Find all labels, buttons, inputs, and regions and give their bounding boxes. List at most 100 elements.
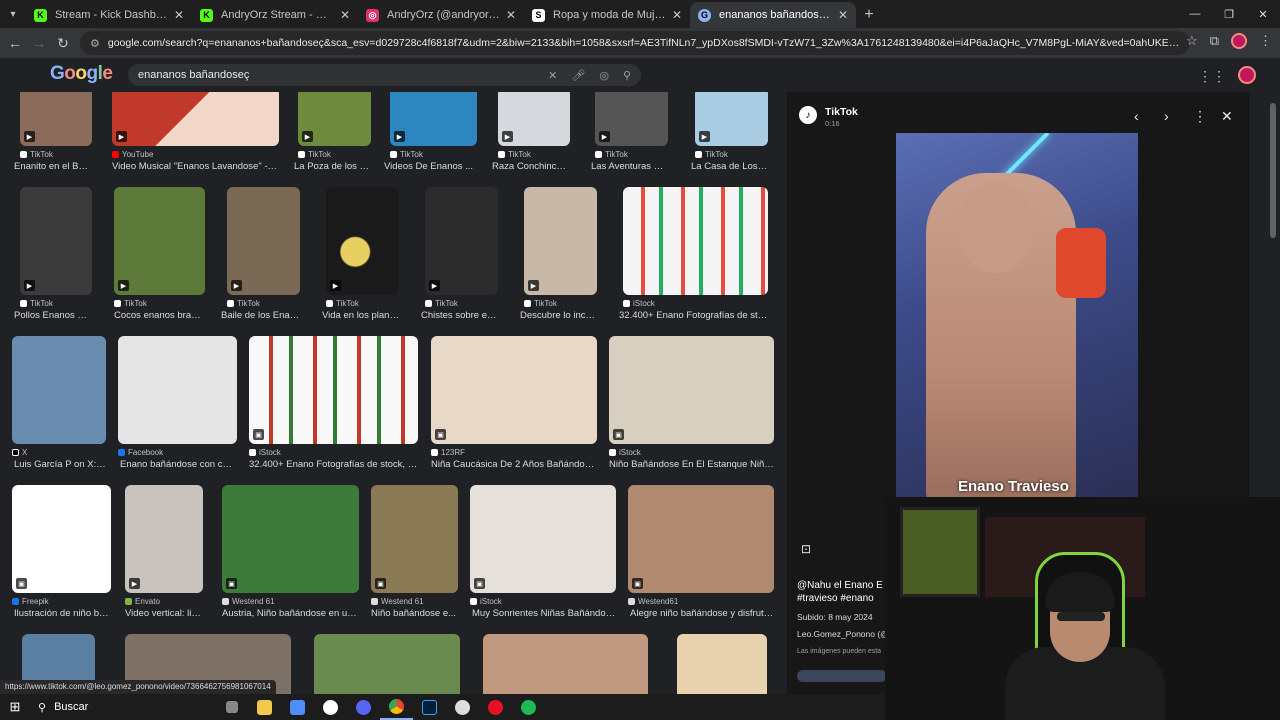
search-icon[interactable]: ⚲ xyxy=(623,69,631,82)
search-box[interactable]: enananos bañandoseç ✕ 🎤︎ ◎ ⚲ xyxy=(128,64,641,86)
chrome-icon[interactable] xyxy=(380,694,413,720)
result-thumbnail[interactable]: ▣ xyxy=(628,485,774,593)
close-icon[interactable]: ✕ xyxy=(838,8,848,22)
preview-site-name[interactable]: TikTok xyxy=(825,106,858,118)
address-bar[interactable]: ⚙ google.com/search?q=enananos+bañandose… xyxy=(80,31,1190,55)
result-card[interactable] xyxy=(677,634,767,698)
result-title[interactable]: Cocos enanos brasile... xyxy=(114,310,205,321)
result-thumbnail[interactable]: ▶ xyxy=(227,187,300,295)
result-title[interactable]: La Poza de los En... xyxy=(294,161,371,172)
result-card[interactable]: ▶ TikTok Baile de los Enano... xyxy=(221,187,300,321)
scrollbar-thumb[interactable] xyxy=(1270,103,1276,238)
result-thumbnail[interactable]: ▶ xyxy=(695,92,768,146)
result-card[interactable]: X Luis García P on X: "... xyxy=(12,336,106,470)
result-title[interactable]: Video vertical: lind... xyxy=(125,608,203,619)
result-thumbnail[interactable] xyxy=(118,336,237,444)
result-thumbnail[interactable]: ▶ xyxy=(425,187,498,295)
result-card[interactable] xyxy=(483,634,648,698)
result-title[interactable]: Niño Bañándose En El Estanque Niño ... xyxy=(609,459,774,470)
tab-kick-stream[interactable]: K AndryOrz Stream - Watch Live ✕ xyxy=(192,2,358,28)
microphone-icon[interactable]: 🎤︎ xyxy=(571,69,585,82)
result-card[interactable]: ▶ TikTok La Poza de los En... xyxy=(294,92,371,172)
bookmark-star-icon[interactable]: ☆ xyxy=(1186,33,1198,49)
close-window-icon[interactable]: ✕ xyxy=(1246,0,1280,28)
result-card[interactable]: Facebook Enano bañándose con can... xyxy=(118,336,237,470)
result-card[interactable] xyxy=(314,634,460,698)
result-thumbnail[interactable]: ▶ xyxy=(112,92,279,146)
lens-icon[interactable]: ◎ xyxy=(599,69,609,82)
next-icon[interactable]: › xyxy=(1164,108,1169,124)
close-icon[interactable]: ✕ xyxy=(672,8,682,22)
result-card[interactable]: ▶ TikTok Descubre lo incre... xyxy=(520,187,597,321)
menu-icon[interactable]: ⋮ xyxy=(1259,33,1272,49)
result-card[interactable]: ▶ TikTok Videos De Enanos ... xyxy=(384,92,477,172)
back-icon[interactable]: ← xyxy=(3,35,27,51)
task-view-icon[interactable] xyxy=(215,694,248,720)
search-input[interactable]: enananos bañandoseç xyxy=(138,69,534,81)
more-options-icon[interactable]: ⋮ xyxy=(1193,108,1207,125)
google-logo[interactable]: Google xyxy=(50,63,113,85)
result-title[interactable]: Austria, Niño bañándose en un ... xyxy=(222,608,359,619)
result-thumbnail[interactable]: ▶ xyxy=(20,92,92,146)
result-thumbnail[interactable] xyxy=(12,336,106,444)
close-icon[interactable]: ✕ xyxy=(1221,108,1233,125)
result-thumbnail[interactable] xyxy=(483,634,648,698)
result-thumbnail[interactable] xyxy=(677,634,767,698)
result-card[interactable]: ▶ TikTok Chistes sobre ena... xyxy=(421,187,498,321)
reload-icon[interactable]: ↻ xyxy=(51,35,75,52)
result-card[interactable]: ▣ iStock Muy Sonrientes Niñas Bañándose ..… xyxy=(470,485,616,619)
tab-kick-dashboard[interactable]: K Stream - Kick Dashboard ✕ xyxy=(26,2,192,28)
result-title[interactable]: Enano bañándose con can... xyxy=(120,459,237,470)
result-thumbnail[interactable]: ▣ xyxy=(609,336,774,444)
lens-search-icon[interactable]: ⊡ xyxy=(801,542,811,556)
result-card[interactable]: ▣ Westend61 Alegre niño bañándose y disfru… xyxy=(628,485,774,619)
result-card[interactable]: ▶ TikTok Vida en los planeta... xyxy=(322,187,399,321)
result-card[interactable]: ▶ TikTok La Casa de Los En... xyxy=(691,92,768,172)
result-card[interactable]: ▣ iStock Niño Bañándose En El Estanque Niñ… xyxy=(609,336,774,470)
result-title[interactable]: Videos De Enanos ... xyxy=(384,161,477,172)
result-thumbnail[interactable] xyxy=(314,634,460,698)
result-title[interactable]: Enanito en el Bañá... xyxy=(14,161,92,172)
spotify-icon[interactable] xyxy=(512,694,545,720)
record-app-icon[interactable] xyxy=(479,694,512,720)
result-card[interactable]: ▶ YouTube Video Musical "Enanos Lavandose"… xyxy=(112,92,279,172)
result-thumbnail[interactable]: ▶ xyxy=(524,187,597,295)
account-avatar[interactable] xyxy=(1238,66,1256,84)
close-icon[interactable]: ✕ xyxy=(506,8,516,22)
profile-avatar[interactable] xyxy=(1231,33,1247,49)
result-title[interactable]: Muy Sonrientes Niñas Bañándose ... xyxy=(472,608,616,619)
site-info-icon[interactable]: ⚙ xyxy=(90,37,100,50)
preview-title[interactable]: @Nahu el Enano E #travieso #enano xyxy=(797,579,897,605)
extensions-icon[interactable]: ⧉ xyxy=(1210,33,1219,49)
result-thumbnail[interactable]: ▶ xyxy=(390,92,477,146)
result-card[interactable]: ▣ Westend 61 Niño bañándose e... xyxy=(371,485,458,619)
result-thumbnail[interactable]: ▣ xyxy=(222,485,359,593)
close-icon[interactable]: ✕ xyxy=(174,8,184,22)
clear-icon[interactable]: ✕ xyxy=(548,69,557,82)
result-thumbnail[interactable]: ▶ xyxy=(326,187,399,295)
result-card[interactable]: ▶ Envato Video vertical: lind... xyxy=(125,485,203,619)
tab-search-icon[interactable]: ▾ xyxy=(0,9,26,20)
app-icon[interactable] xyxy=(446,694,479,720)
tab-google-search[interactable]: G enananos bañandoseç - Buscar ✕ xyxy=(690,2,856,28)
photoshop-icon[interactable] xyxy=(413,694,446,720)
result-title[interactable]: Raza Conchinchin... xyxy=(492,161,570,172)
result-card[interactable]: ▣ Westend 61 Austria, Niño bañándose en un… xyxy=(222,485,359,619)
result-thumbnail[interactable]: ▶ xyxy=(20,187,92,295)
store-icon[interactable] xyxy=(281,694,314,720)
tab-instagram[interactable]: ◎ AndryOrz (@andryorz7) • Fotos ✕ xyxy=(358,2,524,28)
result-thumbnail[interactable]: ▣ xyxy=(12,485,111,593)
visit-button[interactable] xyxy=(797,670,887,682)
discord-icon[interactable] xyxy=(347,694,380,720)
result-title[interactable]: Vida en los planeta... xyxy=(322,310,399,321)
restore-icon[interactable]: ❐ xyxy=(1212,0,1246,28)
result-title[interactable]: 32.400+ Enano Fotografías de stock, ... xyxy=(619,310,768,321)
result-title[interactable]: Descubre lo incre... xyxy=(520,310,597,321)
result-thumbnail[interactable] xyxy=(623,187,768,295)
result-title[interactable]: La Casa de Los En... xyxy=(691,161,768,172)
result-title[interactable]: Chistes sobre ena... xyxy=(421,310,498,321)
result-thumbnail[interactable]: ▶ xyxy=(595,92,668,146)
minimize-icon[interactable]: — xyxy=(1178,0,1212,28)
result-thumbnail[interactable]: ▶ xyxy=(125,485,203,593)
result-card[interactable]: ▶ TikTok Las Aventuras de ... xyxy=(591,92,668,172)
